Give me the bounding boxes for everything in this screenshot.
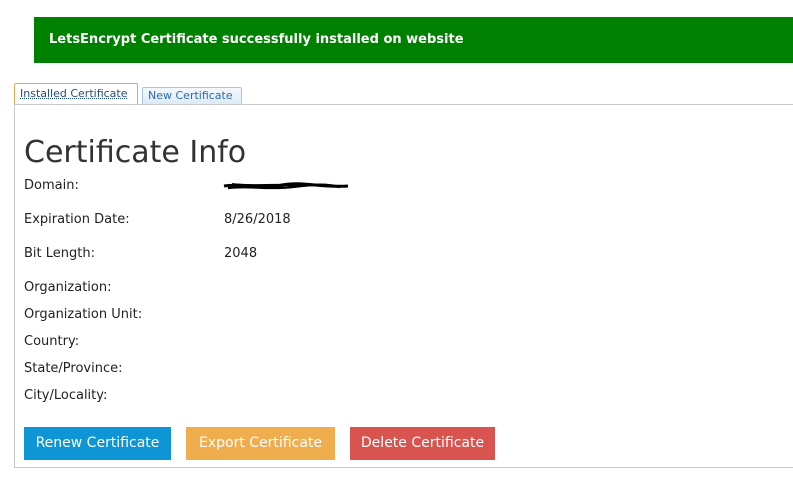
redacted-domain-scribble (223, 182, 349, 190)
tab-label: New Certificate (148, 89, 233, 102)
certificate-info-panel: Certificate Info Domain: Expiration Date… (14, 104, 793, 468)
renew-certificate-button[interactable]: Renew Certificate (24, 427, 171, 460)
tab-installed-certificate[interactable]: Installed Certificate (14, 83, 138, 105)
bit-length-label: Bit Length: (24, 246, 95, 261)
bit-length-value: 2048 (224, 246, 258, 261)
domain-label: Domain: (24, 178, 79, 193)
tab-new-certificate[interactable]: New Certificate (142, 87, 242, 105)
page: LetsEncrypt Certificate successfully ins… (0, 0, 793, 483)
page-title: Certificate Info (24, 135, 247, 170)
export-certificate-button[interactable]: Export Certificate (186, 427, 335, 460)
delete-certificate-button[interactable]: Delete Certificate (350, 427, 495, 460)
state-province-label: State/Province: (24, 361, 123, 376)
expiration-date-value: 8/26/2018 (224, 212, 291, 227)
alert-message: LetsEncrypt Certificate successfully ins… (49, 32, 464, 47)
country-label: Country: (24, 334, 80, 349)
organization-unit-label: Organization Unit: (24, 307, 143, 322)
tab-label: Installed Certificate (20, 87, 128, 100)
expiration-date-label: Expiration Date: (24, 212, 130, 227)
success-alert: LetsEncrypt Certificate successfully ins… (34, 17, 793, 63)
city-locality-label: City/Locality: (24, 388, 108, 403)
organization-label: Organization: (24, 280, 112, 295)
